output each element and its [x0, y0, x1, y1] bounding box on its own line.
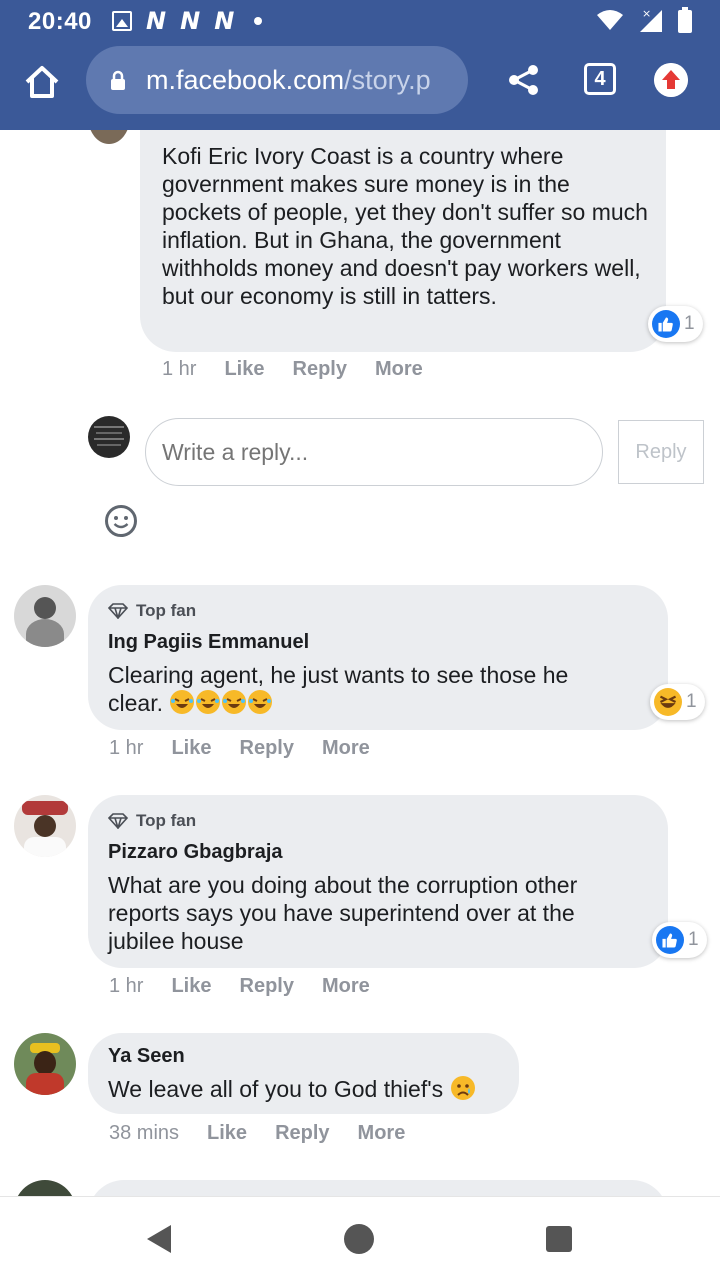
address-bar[interactable]: m.facebook.com/story.p — [86, 46, 468, 114]
n-notification-icon: N — [146, 7, 167, 35]
reaction-count[interactable]: 1 — [648, 306, 703, 342]
home-icon[interactable] — [22, 62, 62, 102]
reaction-count-number: 1 — [686, 691, 697, 712]
like-reaction-icon — [652, 310, 680, 338]
comment-text-body: We leave all of you to God thief's — [108, 1076, 444, 1102]
comment-actions: 1 hr Like Reply More — [109, 975, 370, 998]
like-link[interactable]: Like — [207, 1122, 247, 1145]
comment-actions: 38 mins Like Reply More — [109, 1122, 405, 1145]
wifi-icon — [597, 10, 623, 30]
reply-link[interactable]: Reply — [240, 737, 294, 760]
system-navigation-bar — [0, 1196, 720, 1280]
comment-time[interactable]: 1 hr — [109, 737, 143, 760]
more-link[interactable]: More — [322, 975, 370, 998]
top-fan-badge: Top fan — [108, 811, 196, 831]
comment-time[interactable]: 38 mins — [109, 1122, 179, 1145]
comment-bubble: Ya Seen We leave all of you to God thief… — [88, 1033, 519, 1114]
comment-bubble: Top fan Pizzaro Gbagbraja What are you d… — [88, 795, 668, 968]
comment-bubble — [88, 1180, 668, 1196]
crying-face-icon — [450, 1076, 475, 1100]
back-icon[interactable] — [145, 1223, 173, 1255]
comment-time[interactable]: 1 hr — [109, 975, 143, 998]
commenter-name[interactable]: Pizzaro Gbagbraja — [108, 841, 283, 864]
svg-text:×: × — [642, 7, 651, 20]
comment-text: We leave all of you to God thief's — [108, 1075, 476, 1103]
lock-icon — [111, 70, 125, 90]
more-link[interactable]: More — [375, 358, 423, 381]
top-fan-badge: Top fan — [108, 601, 196, 621]
reaction-count-number: 1 — [688, 929, 699, 950]
status-bar: 20:40 N N N × — [0, 0, 720, 44]
tab-switcher-button[interactable]: 4 — [584, 63, 616, 95]
comment-actions: 1 hr Like Reply More — [162, 358, 423, 381]
comment-bubble: Top fan Ing Pagiis Emmanuel Clearing age… — [88, 585, 668, 730]
diamond-icon — [108, 813, 128, 829]
status-time: 20:40 — [28, 8, 92, 35]
share-icon[interactable] — [506, 62, 542, 98]
comment-time[interactable]: 1 hr — [162, 358, 196, 381]
home-circle-icon[interactable] — [343, 1223, 375, 1255]
top-fan-label: Top fan — [136, 601, 197, 620]
reaction-count-number: 1 — [684, 313, 695, 334]
comment-text: Clearing agent, he just wants to see tho… — [108, 661, 628, 717]
avatar[interactable] — [14, 1033, 76, 1095]
url-text: m.facebook.com/story.p — [146, 65, 431, 96]
diamond-icon — [108, 603, 128, 619]
more-notifications-dot-icon — [254, 17, 263, 25]
avatar[interactable] — [88, 130, 130, 144]
comment-text: What are you doing about the corruption … — [108, 872, 578, 954]
reply-link[interactable]: Reply — [240, 975, 294, 998]
reply-link[interactable]: Reply — [293, 358, 347, 381]
emoji-picker-icon[interactable] — [104, 504, 138, 538]
update-available-icon[interactable] — [654, 63, 688, 97]
comment-bubble: Kofi Eric Ivory Coast is a country where… — [140, 130, 666, 352]
commenter-name[interactable]: Ing Pagiis Emmanuel — [108, 631, 309, 654]
notification-icons: N N N — [112, 7, 263, 35]
n-notification-icon: N — [214, 7, 235, 35]
avatar[interactable] — [88, 416, 130, 458]
like-reaction-icon — [656, 926, 684, 954]
reply-input[interactable] — [145, 418, 603, 486]
gallery-notification-icon — [112, 11, 132, 31]
comment-text: Kofi Eric Ivory Coast is a country where… — [162, 143, 648, 309]
haha-reaction-icon — [654, 688, 682, 716]
top-fan-label: Top fan — [136, 811, 197, 830]
reply-link[interactable]: Reply — [275, 1122, 329, 1145]
like-link[interactable]: Like — [224, 358, 264, 381]
avatar[interactable] — [14, 585, 76, 647]
reaction-count[interactable]: 1 — [652, 922, 707, 958]
laughing-emoji-icon — [169, 690, 273, 716]
more-link[interactable]: More — [358, 1122, 406, 1145]
comment-actions: 1 hr Like Reply More — [109, 737, 370, 760]
like-link[interactable]: Like — [171, 975, 211, 998]
more-link[interactable]: More — [322, 737, 370, 760]
commenter-name[interactable]: Ya Seen — [108, 1045, 185, 1068]
browser-toolbar: m.facebook.com/story.p 4 — [0, 44, 720, 130]
n-notification-icon: N — [180, 7, 201, 35]
cellular-signal-icon: × — [640, 7, 662, 32]
url-path: /story.p — [344, 64, 431, 95]
recents-icon[interactable] — [545, 1225, 573, 1253]
url-domain: m.facebook.com — [146, 64, 345, 95]
comments-feed: Kofi Eric Ivory Coast is a country where… — [0, 130, 720, 1196]
avatar[interactable] — [14, 1180, 76, 1196]
avatar[interactable] — [14, 795, 76, 857]
like-link[interactable]: Like — [171, 737, 211, 760]
reaction-count[interactable]: 1 — [650, 684, 705, 720]
battery-icon — [678, 7, 692, 33]
reply-submit-button[interactable]: Reply — [618, 420, 704, 484]
